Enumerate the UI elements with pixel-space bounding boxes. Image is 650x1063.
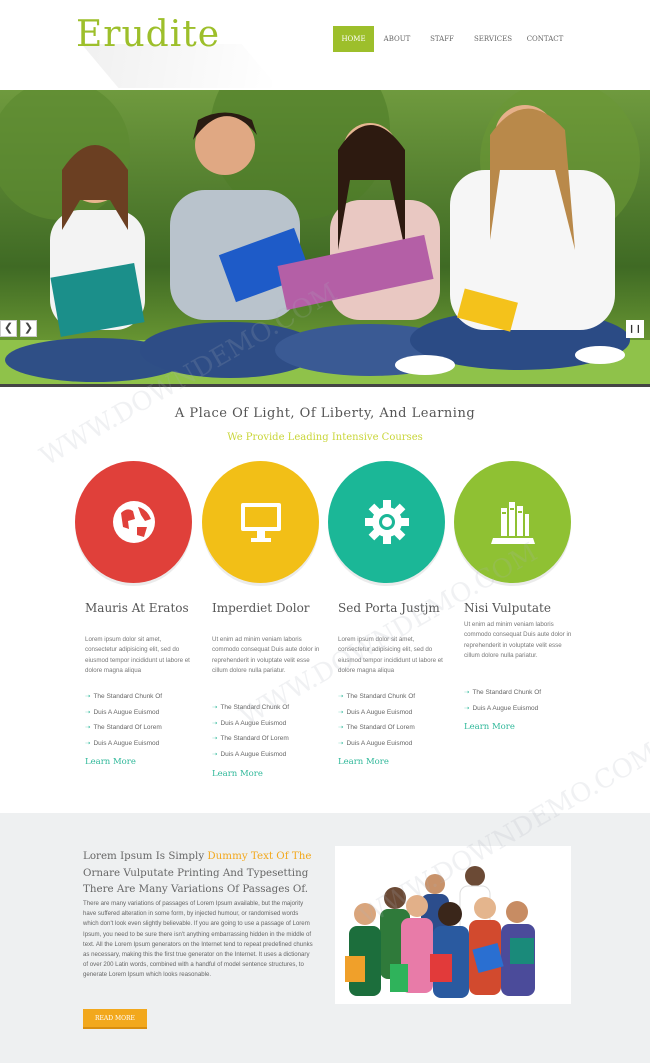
pause-icon: ❙❙	[628, 324, 642, 333]
slider-next-button[interactable]: ❯	[20, 320, 37, 337]
globe-icon	[112, 501, 155, 543]
list-item[interactable]: ➝ Duis A Augue Euismod	[338, 705, 458, 721]
nav-about[interactable]: ABOUT	[374, 26, 420, 52]
feature-body: Ut enim ad minim veniam laboris commodo …	[464, 621, 572, 659]
feature-title: Imperdiet Dolor	[212, 601, 310, 615]
list-item[interactable]: ➝ The Standard Chunk Of	[85, 689, 205, 705]
chevron-left-icon: ❮	[3, 322, 14, 334]
feature-card-1: Mauris At Eratos Lorem ipsum dolor sit a…	[75, 461, 195, 767]
list-item[interactable]: ➝ The Standard Of Lorem	[212, 731, 332, 747]
intro-title: A Place Of Light, Of Liberty, And Learni…	[174, 406, 476, 421]
feature-circle[interactable]	[454, 461, 571, 583]
list-item[interactable]: ➝ The Standard Of Lorem	[338, 720, 458, 736]
nav-staff[interactable]: STAFF	[420, 26, 464, 52]
feature-body: Lorem ipsum dolor sit amet, consectetur …	[338, 636, 443, 674]
arrow-right-icon: ➝	[338, 693, 344, 700]
slider-prev-button[interactable]: ❮	[0, 320, 17, 337]
chevron-right-icon: ❯	[23, 322, 34, 334]
nav-home[interactable]: HOME	[333, 26, 374, 52]
arrow-right-icon: ➝	[212, 735, 218, 742]
arrow-right-icon: ➝	[85, 708, 91, 716]
list-item[interactable]: ➝ The Standard Chunk Of	[464, 685, 584, 701]
arrow-right-icon: ➝	[464, 704, 470, 712]
slider-pause-button[interactable]: ❙❙	[626, 320, 644, 338]
feature-card-4: Nisi Vulputate Ut enim ad minim veniam l…	[454, 461, 574, 732]
list-item[interactable]: ➝ Duis A Augue Euismod	[464, 701, 584, 717]
feature-body: Ut enim ad minim veniam laboris commodo …	[212, 636, 320, 674]
learn-more-link[interactable]: Learn More	[212, 769, 263, 779]
feature-list: ➝ The Standard Chunk Of ➝ Duis A Augue Eui…	[212, 700, 332, 762]
hero-students-image	[0, 90, 650, 385]
arrow-right-icon: ➝	[85, 724, 91, 731]
feature-list: ➝ The Standard Chunk Of ➝ Duis A Augue Eui…	[464, 685, 584, 716]
feature-title: Mauris At Eratos	[85, 601, 189, 615]
list-item[interactable]: ➝ The Standard Chunk Of	[338, 689, 458, 705]
feature-title: Sed Porta Justjm	[338, 601, 440, 615]
feature-list: ➝ The Standard Chunk Of ➝ Duis A Augue Eui…	[85, 689, 205, 751]
nav-services[interactable]: SERVICES	[464, 26, 522, 52]
feature-card-2: Imperdiet Dolor Ut enim ad minim veniam …	[202, 461, 322, 779]
arrow-right-icon: ➝	[85, 739, 91, 747]
about-title-highlight: Dummy Text Of The	[207, 850, 312, 862]
list-item[interactable]: ➝ Duis A Augue Euismod	[338, 736, 458, 752]
feature-list: ➝ The Standard Chunk Of ➝ Duis A Augue Eui…	[338, 689, 458, 751]
arrow-right-icon: ➝	[212, 750, 218, 758]
learn-more-link[interactable]: Learn More	[85, 757, 136, 767]
learn-more-link[interactable]: Learn More	[338, 757, 389, 767]
site-logo[interactable]: Erudite	[76, 14, 220, 55]
feature-card-3: Sed Porta Justjm Lorem ipsum dolor sit a…	[328, 461, 448, 767]
arrow-right-icon: ➝	[212, 704, 218, 711]
hero-slider: ❮ ❯ ❙❙	[0, 90, 650, 385]
read-more-button[interactable]: READ MORE	[83, 1009, 147, 1029]
arrow-right-icon: ➝	[338, 708, 344, 716]
about-body: There are many variations of passages of…	[83, 900, 313, 979]
monitor-icon	[240, 503, 281, 542]
list-item[interactable]: ➝ Duis A Augue Euismod	[212, 747, 332, 763]
list-item[interactable]: ➝ The Standard Chunk Of	[212, 700, 332, 716]
arrow-right-icon: ➝	[212, 719, 218, 727]
list-item[interactable]: ➝ The Standard Of Lorem	[85, 720, 205, 736]
list-item[interactable]: ➝ Duis A Augue Euismod	[85, 705, 205, 721]
main-nav: HOME ABOUT STAFF SERVICES CONTACT	[333, 26, 568, 52]
arrow-right-icon: ➝	[338, 739, 344, 747]
arrow-right-icon: ➝	[464, 689, 470, 696]
list-item[interactable]: ➝ Duis A Augue Euismod	[85, 736, 205, 752]
arrow-right-icon: ➝	[85, 693, 91, 700]
feature-circle[interactable]	[202, 461, 319, 583]
students-group-image	[335, 846, 571, 1004]
list-item[interactable]: ➝ Duis A Augue Euismod	[212, 716, 332, 732]
site-header: Erudite HOME ABOUT STAFF SERVICES CONTAC…	[0, 0, 650, 90]
about-title: Lorem Ipsum Is Simply Dummy Text Of The …	[83, 850, 312, 895]
students-group-photo	[335, 846, 571, 1004]
gear-icon	[364, 500, 409, 544]
feature-title: Nisi Vulputate	[464, 601, 551, 615]
feature-body: Lorem ipsum dolor sit amet, consectetur …	[85, 636, 190, 674]
books-icon	[490, 502, 535, 544]
arrow-right-icon: ➝	[338, 724, 344, 731]
intro-subtitle: We Provide Leading Intensive Courses	[227, 432, 423, 443]
feature-circle[interactable]	[75, 461, 192, 583]
learn-more-link[interactable]: Learn More	[464, 722, 515, 732]
feature-circle[interactable]	[328, 461, 445, 583]
slider-divider	[0, 384, 650, 387]
nav-contact[interactable]: CONTACT	[522, 26, 568, 52]
